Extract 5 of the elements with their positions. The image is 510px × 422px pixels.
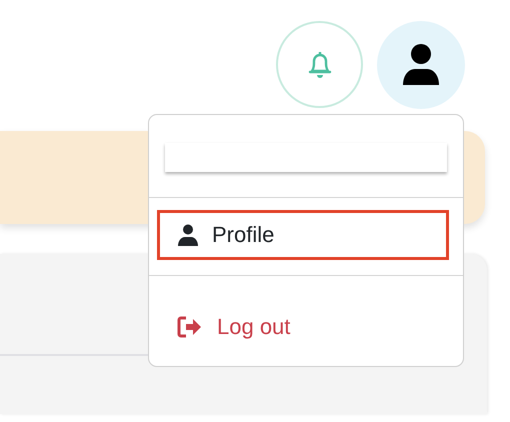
logout-icon	[177, 316, 203, 338]
user-icon	[402, 43, 440, 87]
user-icon	[178, 224, 198, 246]
logout-link[interactable]: Log out	[157, 302, 449, 352]
profile-link[interactable]: Profile	[157, 210, 449, 260]
